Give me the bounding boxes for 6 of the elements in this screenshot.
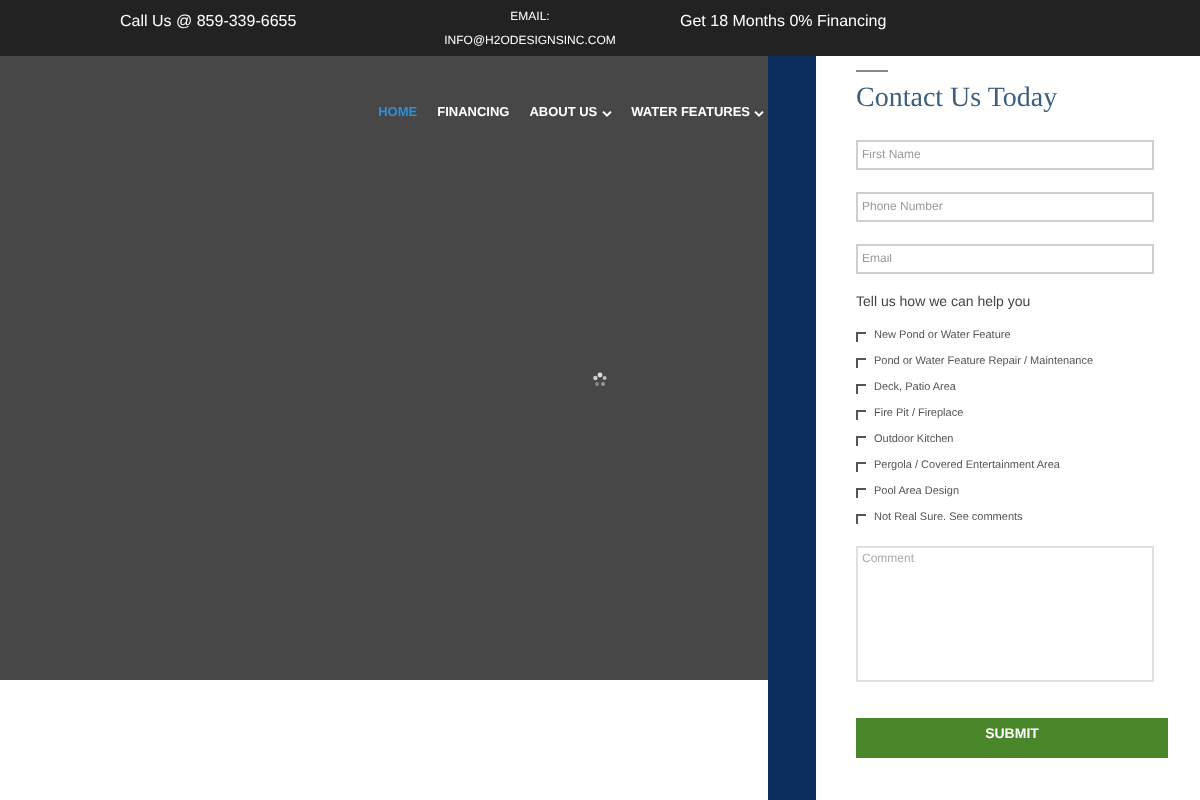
caret-icon bbox=[601, 109, 612, 118]
loading-spinner-icon bbox=[592, 371, 608, 388]
phone-text: Call Us @ 859-339-6655 bbox=[120, 10, 299, 34]
form-title: Contact Us Today bbox=[856, 86, 1060, 114]
promo-text: Get 18 Months 0% Financing bbox=[680, 10, 887, 34]
caret-icon bbox=[754, 109, 764, 118]
